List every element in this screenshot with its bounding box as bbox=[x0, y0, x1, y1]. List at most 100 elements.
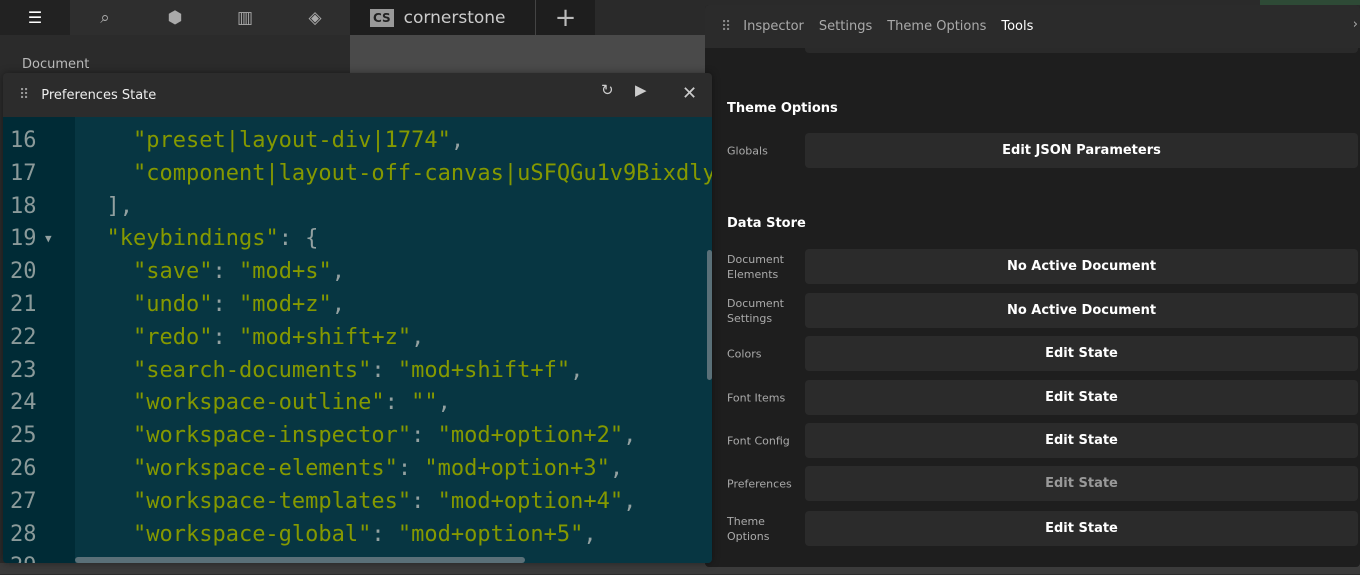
line-number: 16 bbox=[10, 128, 37, 153]
code-token: "mod+option+4" bbox=[437, 488, 624, 514]
code-line: 27 "workspace-templates": "mod+option+4"… bbox=[3, 485, 712, 518]
code-line: 18 ], bbox=[3, 190, 712, 223]
tab-theme-options[interactable]: Theme Options bbox=[887, 19, 986, 34]
reset-icon[interactable]: ↻ bbox=[601, 81, 614, 99]
code-token: "workspace-outline" bbox=[132, 390, 385, 416]
brand-name: cornerstone bbox=[403, 7, 506, 28]
code-token: , bbox=[623, 488, 637, 514]
code-token: : bbox=[411, 488, 438, 514]
line-number: 26 bbox=[10, 456, 37, 481]
code-token: "redo" bbox=[132, 324, 213, 350]
code-line: 16 "preset|layout-div|1774", bbox=[3, 124, 712, 157]
tab-inspector[interactable]: Inspector bbox=[743, 19, 804, 34]
row-action-button[interactable]: Edit State bbox=[805, 511, 1358, 546]
row-action-button[interactable]: Edit JSON Parameters bbox=[805, 133, 1358, 168]
search-icon[interactable]: ⌕ bbox=[70, 0, 140, 35]
line-number: 22 bbox=[10, 324, 37, 350]
code-token: : bbox=[371, 357, 398, 383]
code-line: 22 "redo": "mod+shift+z", bbox=[3, 321, 712, 354]
code-text: "keybindings": { bbox=[80, 222, 319, 255]
code-token: "preset|layout-div|1774" bbox=[132, 128, 451, 153]
add-button[interactable]: + bbox=[535, 0, 595, 35]
code-text: "workspace-outline": "", bbox=[80, 386, 451, 419]
fold-arrow-icon[interactable]: ▼ bbox=[45, 222, 52, 255]
line-number: 24 bbox=[10, 390, 37, 416]
code-token: : bbox=[411, 423, 438, 449]
row-action-button[interactable]: Edit State bbox=[805, 466, 1358, 501]
code-text: ], bbox=[80, 190, 133, 223]
line-number: 29 bbox=[10, 550, 70, 563]
code-token: , bbox=[331, 292, 345, 317]
code-text: "workspace-inspector": "mod+option+2", bbox=[80, 419, 636, 452]
row-action-button[interactable]: Edit State bbox=[805, 380, 1358, 415]
code-token: : bbox=[212, 292, 239, 317]
line-number: 20 bbox=[10, 259, 37, 285]
code-line: 26 "workspace-elements": "mod+option+3", bbox=[3, 452, 712, 485]
vertical-scrollbar[interactable] bbox=[707, 250, 712, 380]
code-editor[interactable]: 16 "preset|layout-div|1774", 17 "componen… bbox=[3, 117, 712, 563]
code-token: , bbox=[331, 259, 345, 285]
code-token: , bbox=[570, 357, 584, 383]
code-token: : bbox=[371, 521, 398, 547]
code-token: "" bbox=[411, 390, 438, 416]
layers-icon[interactable]: ◈ bbox=[280, 0, 350, 35]
line-number: 28 bbox=[10, 521, 37, 547]
row-label: Colors bbox=[727, 347, 762, 360]
tab-settings[interactable]: Settings bbox=[819, 19, 872, 34]
code-token: ], bbox=[80, 193, 133, 219]
row-action-button[interactable]: Edit State bbox=[805, 423, 1358, 458]
horizontal-scrollbar[interactable] bbox=[75, 557, 525, 563]
tool-row: Preferences Edit State bbox=[727, 466, 1360, 501]
line-number: 17 bbox=[10, 160, 37, 186]
tab-tools[interactable]: Tools bbox=[1001, 19, 1033, 34]
code-token: "undo" bbox=[132, 292, 213, 317]
tool-row: Globals Edit JSON Parameters bbox=[727, 133, 1360, 168]
row-action-button[interactable]: No Active Document bbox=[805, 293, 1358, 328]
code-token: , bbox=[623, 423, 637, 449]
brand-badge: CS bbox=[370, 8, 394, 27]
line-number: 18 bbox=[10, 193, 37, 219]
chevron-right-icon[interactable]: › bbox=[1353, 17, 1358, 32]
code-token: "mod+option+5" bbox=[397, 521, 584, 547]
box-icon[interactable]: ⬢ bbox=[140, 0, 210, 35]
list-icon: ☰ bbox=[27, 8, 43, 27]
preview-area bbox=[350, 35, 705, 75]
code-line: 21 "undo": "mod+z", bbox=[3, 288, 712, 321]
code-line: 20 "save": "mod+s", bbox=[3, 255, 712, 288]
brand-logo[interactable]: CS cornerstone bbox=[350, 0, 535, 35]
menu-button[interactable]: ☰ bbox=[0, 0, 70, 35]
code-token: , bbox=[411, 324, 425, 350]
code-token: "workspace-global" bbox=[132, 521, 372, 547]
code-token: "mod+option+2" bbox=[437, 423, 624, 449]
row-action-button[interactable]: Edit State bbox=[805, 336, 1358, 371]
tools-panel: ⠿ Inspector Settings Theme Options Tools › … bbox=[705, 5, 1360, 567]
layout-icon[interactable]: ▥ bbox=[210, 0, 280, 35]
code-token: , bbox=[583, 521, 597, 547]
code-text: "component|layout-off-canvas|uSFQGu1v9Bi… bbox=[80, 157, 712, 190]
drag-handle-icon[interactable]: ⠿ bbox=[19, 87, 29, 103]
code-token: "mod+option+3" bbox=[424, 456, 610, 481]
code-token: : bbox=[212, 324, 239, 350]
code-text: "search-documents": "mod+shift+f", bbox=[80, 354, 583, 387]
row-action-button[interactable]: No Active Document bbox=[805, 249, 1358, 284]
code-text: "save": "mod+s", bbox=[80, 255, 345, 288]
code-line: 24 "workspace-outline": "", bbox=[3, 386, 712, 419]
code-token: "save" bbox=[132, 259, 213, 285]
code-line: 25 "workspace-inspector": "mod+option+2"… bbox=[3, 419, 712, 452]
code-token: , bbox=[609, 456, 624, 481]
close-icon[interactable]: ✕ bbox=[682, 83, 697, 104]
play-icon[interactable]: ▶ bbox=[635, 81, 647, 99]
sidebar-section-label: Document bbox=[22, 57, 90, 72]
line-number: 27 bbox=[10, 488, 37, 514]
code-token: "keybindings" bbox=[106, 226, 279, 252]
drag-handle-icon[interactable]: ⠿ bbox=[721, 19, 731, 35]
